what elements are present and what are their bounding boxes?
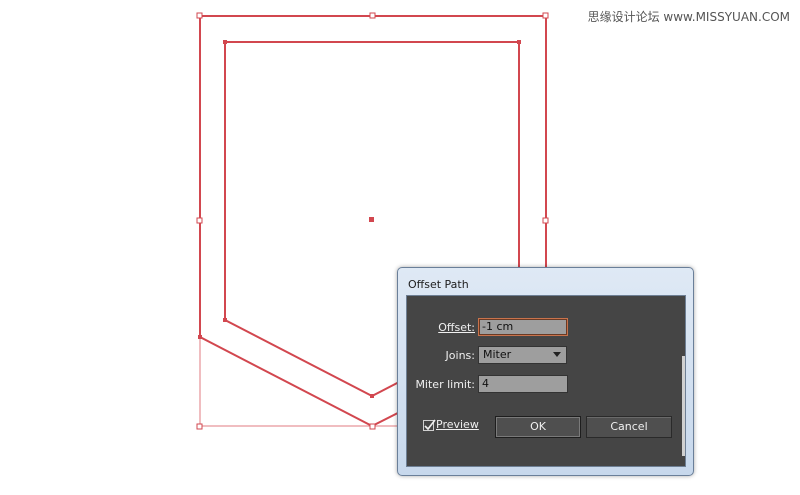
preview-checkbox[interactable] xyxy=(423,419,436,431)
center-point xyxy=(369,217,374,222)
dialog-scrollbar[interactable] xyxy=(682,356,685,456)
offset-label-text: Offset: xyxy=(438,321,475,334)
preview-label[interactable]: Preview xyxy=(436,418,479,431)
chevron-down-icon xyxy=(553,352,561,357)
checkmark-icon xyxy=(424,419,436,431)
miter-limit-label: Miter limit: xyxy=(409,378,475,391)
offset-label: Offset: xyxy=(417,321,475,334)
joins-label: Joins: xyxy=(417,349,475,362)
joins-label-text: Joins: xyxy=(445,349,475,362)
offset-input[interactable]: -1 cm xyxy=(478,318,568,336)
joins-select[interactable]: Miter xyxy=(478,346,567,364)
miter-limit-label-text: Miter limit: xyxy=(415,378,475,391)
cancel-button[interactable]: Cancel xyxy=(586,416,672,438)
ok-button[interactable]: OK xyxy=(495,416,581,438)
dialog-body: Offset: -1 cm Joins: Miter Miter limit: … xyxy=(406,295,686,467)
joins-select-value: Miter xyxy=(483,348,512,361)
offset-path-dialog: Offset Path Offset: -1 cm Joins: Miter M… xyxy=(397,267,694,476)
miter-limit-input[interactable]: 4 xyxy=(478,375,568,393)
dialog-title: Offset Path xyxy=(408,278,469,291)
outer-bounding-box xyxy=(199,337,400,427)
preview-label-text: Preview xyxy=(436,418,479,431)
